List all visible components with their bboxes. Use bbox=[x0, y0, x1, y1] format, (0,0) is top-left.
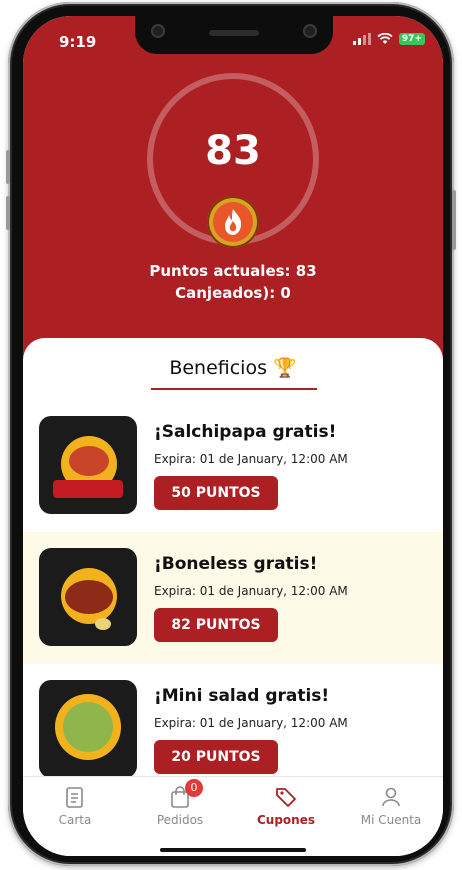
food-shape bbox=[69, 446, 109, 476]
menu-card-icon bbox=[66, 787, 83, 808]
food-shape bbox=[63, 702, 113, 752]
redeem-points-button[interactable]: 82 PUNTOS bbox=[154, 608, 278, 642]
status-icons: 97+ bbox=[352, 33, 425, 45]
sensor-icon bbox=[303, 24, 317, 38]
benefit-title: ¡Boneless gratis! bbox=[154, 554, 318, 574]
power-button bbox=[452, 190, 456, 250]
redeemed-points-label: Canjeados): 0 bbox=[175, 284, 291, 302]
food-shape bbox=[65, 580, 113, 614]
boneless-image bbox=[39, 548, 137, 646]
nav-item-mi-cuenta[interactable]: Mi Cuenta bbox=[346, 785, 436, 827]
bottom-nav: Carta 0 Pedidos Cupones Mi Cuenta bbox=[23, 776, 443, 856]
flame-icon bbox=[225, 209, 242, 235]
nav-item-cupones[interactable]: Cupones bbox=[241, 785, 331, 827]
benefit-item[interactable]: ¡Mini salad gratis! Expira: 01 de Januar… bbox=[23, 664, 443, 778]
status-time: 9:19 bbox=[59, 33, 97, 51]
napkin-shape bbox=[53, 480, 123, 498]
benefit-item[interactable]: ¡Boneless gratis! Expira: 01 de January,… bbox=[23, 532, 443, 664]
home-indicator[interactable] bbox=[160, 848, 306, 852]
wifi-icon bbox=[377, 33, 393, 44]
current-points-label: Puntos actuales: 83 bbox=[149, 262, 317, 280]
redeem-points-button[interactable]: 50 PUNTOS bbox=[154, 476, 278, 510]
benefit-expiry: Expira: 01 de January, 12:00 AM bbox=[154, 716, 348, 730]
benefit-expiry: Expira: 01 de January, 12:00 AM bbox=[154, 584, 348, 598]
badge-inner bbox=[213, 202, 253, 242]
redeem-points-button[interactable]: 20 PUNTOS bbox=[154, 740, 278, 774]
user-icon bbox=[382, 787, 400, 807]
nav-label: Cupones bbox=[256, 813, 315, 827]
points-header: 9:19 97+ 83 Puntos actuales: 83 Canjeado… bbox=[23, 16, 443, 376]
nav-item-pedidos[interactable]: 0 Pedidos bbox=[135, 779, 225, 827]
volume-down-button bbox=[6, 196, 10, 230]
salchipapa-image bbox=[39, 416, 137, 514]
nav-item-carta[interactable]: Carta bbox=[30, 785, 120, 827]
cart-count-badge: 0 bbox=[185, 779, 203, 797]
benefit-expiry: Expira: 01 de January, 12:00 AM bbox=[154, 452, 348, 466]
nav-label: Carta bbox=[58, 813, 92, 827]
speaker-icon bbox=[209, 30, 259, 36]
benefit-item[interactable]: ¡Salchipapa gratis! Expira: 01 de Januar… bbox=[23, 400, 443, 532]
fire-level-badge bbox=[207, 196, 259, 248]
tag-icon bbox=[276, 788, 296, 807]
points-value: 83 bbox=[205, 128, 261, 174]
nav-label: Pedidos bbox=[156, 813, 204, 827]
app-screen: 9:19 97+ 83 Puntos actuales: 83 Canjeado… bbox=[23, 16, 443, 856]
nav-label: Mi Cuenta bbox=[360, 813, 422, 827]
benefit-title: ¡Mini salad gratis! bbox=[154, 686, 330, 706]
mini-salad-image bbox=[39, 680, 137, 778]
benefit-title: ¡Salchipapa gratis! bbox=[154, 422, 337, 442]
front-camera-icon bbox=[151, 24, 165, 38]
dip-shape bbox=[95, 618, 111, 630]
volume-up-button bbox=[6, 150, 10, 184]
benefits-panel: Beneficios 🏆 ¡Salchipapa gratis! Expira:… bbox=[23, 338, 443, 778]
notch bbox=[135, 16, 333, 54]
tab-underline bbox=[151, 388, 317, 390]
benefits-tab-title[interactable]: Beneficios 🏆 bbox=[23, 356, 443, 379]
battery-icon: 97+ bbox=[398, 33, 425, 45]
signal-icon bbox=[352, 33, 371, 45]
